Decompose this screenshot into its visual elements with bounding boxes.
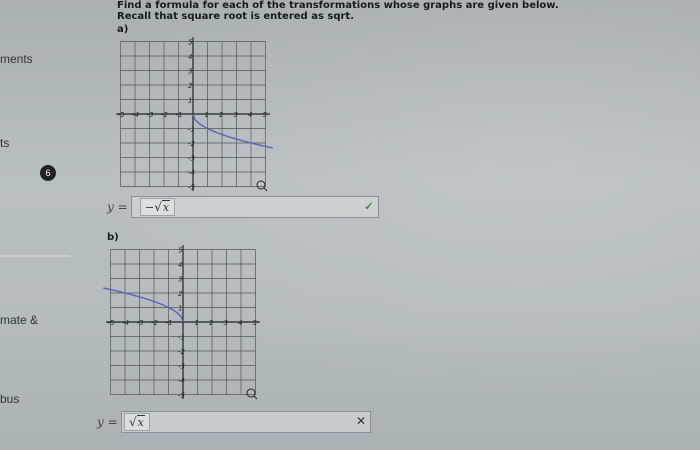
sidebar-item-syllabus[interactable]: bus — [0, 392, 19, 406]
x-tick-label: 3 — [234, 111, 238, 119]
answer-radicand-b: x — [136, 415, 145, 429]
y-tick-label: -3 — [178, 363, 185, 371]
graph-a: -5 -4 -3 -2 -1 1 2 3 4 5 5 4 3 2 1 -1 -2 -3 -4 -5 — [113, 35, 273, 193]
y-tick-label: 5 — [178, 247, 183, 255]
x-tick-label: -3 — [137, 319, 144, 327]
y-tick-label: 1 — [178, 305, 182, 313]
answer-input-a[interactable]: − √ x — [140, 198, 176, 216]
y-tick-label: 1 — [188, 97, 192, 105]
x-tick-label: -5 — [118, 111, 126, 119]
answer-row-a: y = − √ x ✓ — [107, 196, 379, 218]
x-tick-label: -4 — [122, 319, 129, 327]
prompt-line-1: Find a formula for each of the transform… — [117, 0, 559, 11]
x-tick-label: 4 — [248, 111, 252, 119]
y-tick-label: 2 — [188, 82, 193, 90]
answer-sign-a: − — [145, 200, 155, 214]
x-tick-label: 2 — [219, 111, 224, 119]
sidebar: ments ts mate & bus — [0, 0, 70, 450]
question-prompt: Find a formula for each of the transform… — [117, 0, 559, 22]
x-tick-label: -3 — [147, 111, 154, 119]
answer-prefix-a: y = — [107, 200, 128, 214]
y-tick-label: 4 — [178, 261, 182, 269]
coordinate-grid-b: -5 -4 -3 -2 -1 1 2 3 4 5 5 4 3 2 1 -1 -2 -3 -4 -5 — [103, 245, 260, 400]
y-tick-label: 3 — [188, 68, 192, 76]
x-mark-icon: ✕ — [355, 414, 366, 428]
sidebar-item-grades[interactable]: ts — [0, 136, 9, 150]
x-tick-label: -2 — [151, 319, 159, 327]
y-tick-label: -1 — [178, 334, 185, 342]
y-tick-label: 2 — [178, 290, 183, 298]
part-b-label: b) — [107, 232, 119, 243]
sidebar-item-estimate[interactable]: mate & — [0, 313, 38, 327]
x-tick-label: 1 — [205, 111, 209, 119]
x-tick-label: 3 — [224, 319, 228, 327]
answer-prefix-b: y = — [97, 415, 118, 429]
coordinate-grid-a: -5 -4 -3 -2 -1 1 2 3 4 5 5 4 3 2 1 -1 -2 -3 -4 -5 — [116, 37, 273, 192]
x-tick-label: -1 — [176, 111, 183, 119]
sqrt-symbol-icon: √ — [129, 415, 137, 429]
sidebar-item-assignments[interactable]: ments — [0, 52, 33, 66]
x-tick-label: -5 — [108, 319, 116, 327]
x-tick-label: 2 — [209, 319, 214, 327]
y-tick-label: -4 — [178, 377, 185, 385]
y-tick-label: -4 — [188, 169, 195, 177]
y-tick-label: -2 — [188, 140, 196, 148]
y-tick-label: -1 — [188, 126, 195, 134]
y-tick-label: -2 — [178, 348, 186, 356]
x-tick-label: 5 — [263, 111, 268, 119]
y-tick-label: -5 — [178, 392, 186, 400]
answer-radicand-a: x — [161, 200, 171, 214]
answer-input-b[interactable]: √ x — [124, 413, 150, 431]
answer-row-b: y = √ x ✕ — [97, 411, 371, 433]
sqrt-symbol-icon: √ — [154, 200, 162, 214]
y-tick-label: -5 — [188, 184, 196, 192]
x-tick-label: 5 — [253, 319, 258, 327]
y-tick-label: 5 — [188, 39, 193, 47]
x-tick-label: -2 — [161, 111, 169, 119]
checkmark-icon: ✓ — [363, 199, 374, 213]
graph-b: -5 -4 -3 -2 -1 1 2 3 4 5 5 4 3 2 1 -1 -2 -3 -4 -5 — [103, 243, 263, 401]
x-tick-label: -1 — [166, 319, 173, 327]
y-tick-label: 3 — [178, 276, 182, 284]
question-number-badge[interactable]: 6 — [40, 165, 56, 181]
sidebar-divider — [0, 255, 70, 257]
prompt-line-2: Recall that square root is entered as sq… — [117, 11, 354, 22]
y-tick-label: 4 — [188, 53, 192, 61]
answer-box-b[interactable]: √ x ✕ — [121, 411, 371, 433]
x-tick-label: 4 — [238, 319, 242, 327]
x-tick-label: 1 — [195, 319, 199, 327]
part-a-label: a) — [117, 24, 129, 35]
answer-box-a[interactable]: − √ x ✓ — [131, 196, 379, 218]
x-tick-label: -4 — [132, 111, 139, 119]
y-tick-label: -3 — [188, 155, 195, 163]
